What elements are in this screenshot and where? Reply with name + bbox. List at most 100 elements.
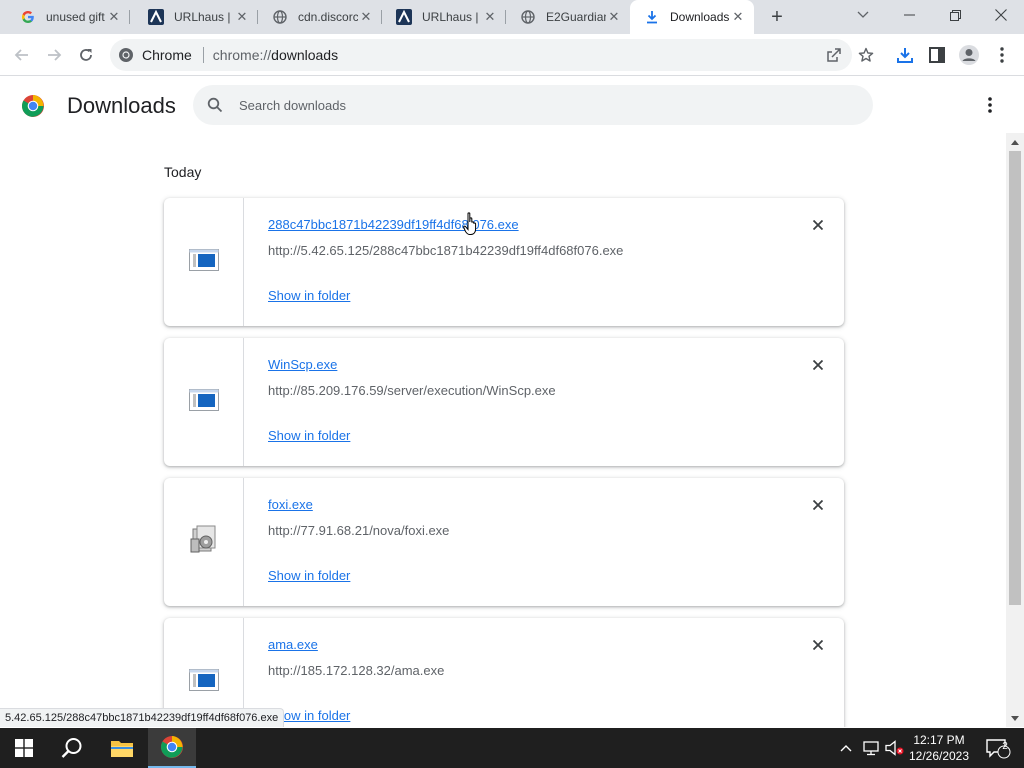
chrome-logo-icon (21, 94, 45, 118)
downloads-header: Downloads Search downloads (0, 77, 1024, 133)
windows-taskbar: 12:17 PM 12/26/2023 2 (0, 728, 1024, 768)
download-source-url[interactable]: http://5.42.65.125/288c47bbc1871b42239df… (268, 243, 623, 258)
tab-separator (129, 10, 130, 24)
search-icon (205, 95, 225, 115)
restore-icon[interactable] (932, 0, 978, 30)
reload-icon[interactable] (72, 41, 100, 69)
omnibox[interactable]: Chrome chrome://downloads (110, 39, 874, 71)
windows-start-icon[interactable] (0, 728, 48, 768)
tab-title: URLhaus | l (422, 10, 482, 24)
tab-search-chevron-icon[interactable] (840, 0, 886, 30)
globe-icon (272, 9, 288, 25)
download-item: WinScp.exe http://85.209.176.59/server/e… (164, 338, 844, 466)
scroll-down-arrow-icon[interactable] (1010, 713, 1020, 723)
tab-close-icon[interactable]: ✕ (358, 9, 374, 25)
exe-window-icon (188, 388, 219, 416)
exe-window-icon (188, 248, 219, 276)
remove-item-close-icon[interactable] (808, 495, 828, 515)
remove-item-close-icon[interactable] (808, 355, 828, 375)
download-filename-link[interactable]: WinScp.exe (268, 357, 337, 372)
download-filename-link[interactable]: foxi.exe (268, 497, 313, 512)
section-date-header: Today (164, 164, 202, 180)
chrome-taskbar-icon[interactable] (148, 728, 196, 768)
download-source-url[interactable]: http://85.209.176.59/server/execution/Wi… (268, 383, 556, 398)
exe-window-icon (188, 668, 219, 696)
installer-icon (190, 525, 218, 560)
tray-overflow-chevron-icon[interactable] (836, 728, 856, 768)
file-explorer-icon[interactable] (98, 728, 146, 768)
tab-cdn-discord[interactable]: cdn.discorc ✕ (258, 0, 382, 34)
profile-avatar-icon[interactable] (956, 42, 982, 68)
show-in-folder-link[interactable]: Show in folder (268, 288, 350, 303)
file-icon-column (164, 198, 244, 326)
tab-title: cdn.discorc (298, 10, 358, 24)
globe-icon (520, 9, 536, 25)
url-scheme: chrome:// (212, 47, 272, 63)
download-source-url[interactable]: http://185.172.128.32/ama.exe (268, 663, 444, 678)
download-item: foxi.exe http://77.91.68.21/nova/foxi.ex… (164, 478, 844, 606)
clock-date: 12/26/2023 (908, 749, 970, 763)
chrome-icon (118, 47, 134, 63)
tab-title: unused gift (46, 10, 105, 24)
page-scrollbar[interactable] (1006, 133, 1024, 727)
download-source-url[interactable]: http://77.91.68.21/nova/foxi.exe (268, 523, 449, 538)
tab-title: Downloads (670, 10, 730, 24)
file-icon-column (164, 478, 244, 606)
show-in-folder-link[interactable]: Show in folder (268, 428, 350, 443)
url-text: chrome://downloads (213, 47, 338, 63)
urlhaus-icon (148, 9, 164, 25)
downloads-list: Today 288c47bbc1871b42239df19ff4df68f076… (0, 133, 1006, 727)
downloads-menu-kebab-icon[interactable] (978, 93, 1002, 117)
browser-menu-kebab-icon[interactable] (989, 42, 1015, 68)
forward-arrow-icon[interactable] (40, 41, 68, 69)
download-filename-link[interactable]: 288c47bbc1871b42239df19ff4df68f076.exe (268, 217, 519, 232)
site-label: Chrome (142, 47, 192, 63)
urlhaus-icon (396, 9, 412, 25)
downloads-toolbar-icon[interactable] (892, 42, 918, 68)
notification-count-badge: 2 (1002, 741, 1008, 752)
page-title: Downloads (67, 93, 176, 118)
file-icon-column (164, 338, 244, 466)
network-icon[interactable] (860, 728, 882, 768)
back-arrow-icon[interactable] (8, 41, 36, 69)
link-status-bubble: 5.42.65.125/288c47bbc1871b42239df19ff4df… (0, 708, 285, 727)
close-window-icon[interactable] (978, 0, 1024, 30)
remove-item-close-icon[interactable] (808, 635, 828, 655)
tab-close-icon[interactable]: ✕ (730, 9, 746, 25)
tab-close-icon[interactable]: ✕ (606, 9, 622, 25)
tab-urlhaus-1[interactable]: URLhaus | c ✕ (134, 0, 258, 34)
clock-time: 12:17 PM (913, 733, 965, 747)
bookmark-star-icon[interactable] (854, 43, 878, 67)
tab-strip: unused gift ✕ URLhaus | c ✕ cdn.discorc … (0, 0, 1024, 34)
remove-item-close-icon[interactable] (808, 215, 828, 235)
search-downloads-input[interactable]: Search downloads (193, 85, 873, 125)
download-item: 288c47bbc1871b42239df19ff4df68f076.exe h… (164, 198, 844, 326)
download-icon (644, 9, 660, 25)
tab-downloads[interactable]: Downloads ✕ (630, 0, 754, 34)
taskbar-search-icon[interactable] (48, 728, 96, 768)
minimize-icon[interactable] (886, 0, 932, 30)
browser-toolbar: Chrome chrome://downloads (0, 34, 1024, 76)
download-filename-link[interactable]: ama.exe (268, 637, 318, 652)
search-placeholder: Search downloads (239, 97, 346, 113)
google-g-icon (20, 9, 36, 25)
show-in-folder-link[interactable]: Show in folder (268, 568, 350, 583)
tab-close-icon[interactable]: ✕ (234, 9, 250, 25)
site-chip[interactable]: Chrome (110, 47, 192, 63)
tab-title: E2Guardian (546, 10, 606, 24)
tab-e2guardian[interactable]: E2Guardian ✕ (506, 0, 630, 34)
tab-urlhaus-2[interactable]: URLhaus | l ✕ (382, 0, 506, 34)
tab-unused-gift[interactable]: unused gift ✕ (6, 0, 130, 34)
share-icon[interactable] (822, 43, 846, 67)
taskbar-clock[interactable]: 12:17 PM 12/26/2023 (903, 732, 975, 764)
new-tab-plus-icon[interactable]: + (764, 5, 790, 29)
notification-center-icon[interactable]: 2 (978, 728, 1018, 768)
tab-title: URLhaus | c (174, 10, 234, 24)
scrollbar-thumb[interactable] (1009, 151, 1021, 605)
url-host: downloads (271, 47, 339, 63)
tab-close-icon[interactable]: ✕ (482, 9, 498, 25)
side-panel-icon[interactable] (924, 42, 950, 68)
scroll-up-arrow-icon[interactable] (1010, 137, 1020, 147)
tab-close-icon[interactable]: ✕ (106, 9, 122, 25)
omnibox-divider (202, 47, 204, 63)
